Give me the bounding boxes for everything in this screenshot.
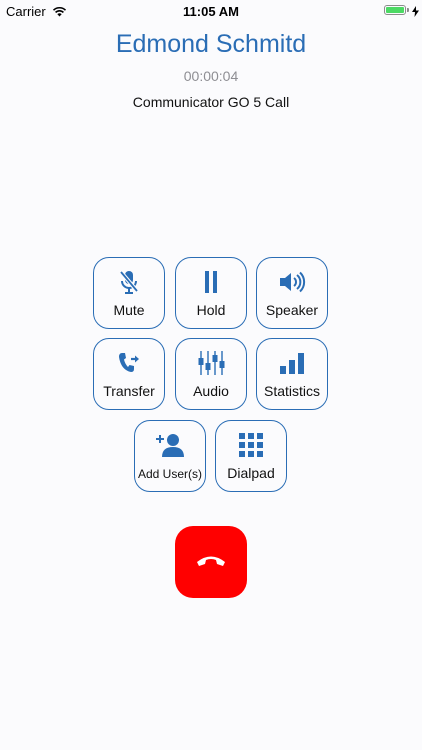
phone-forward-icon — [94, 349, 164, 377]
battery-icon — [384, 5, 406, 15]
dialpad-grid-icon — [216, 431, 286, 459]
dialpad-label: Dialpad — [227, 465, 275, 481]
call-type-label: Communicator GO 5 Call — [132, 94, 290, 110]
charging-icon — [412, 4, 419, 22]
pause-icon — [176, 268, 246, 296]
signal-bars-icon — [257, 349, 327, 377]
hold-label: Hold — [196, 302, 226, 318]
speaker-button[interactable]: Speaker — [256, 257, 328, 329]
mute-label: Mute — [113, 302, 145, 318]
audio-button[interactable]: Audio — [175, 338, 247, 410]
dialpad-button[interactable]: Dialpad — [215, 420, 287, 492]
audio-label: Audio — [193, 383, 229, 399]
add-users-label: Add User(s) — [137, 467, 202, 481]
hold-button[interactable]: Hold — [175, 257, 247, 329]
end-call-button[interactable] — [175, 526, 247, 598]
statistics-button[interactable]: Statistics — [256, 338, 328, 410]
speaker-icon — [257, 268, 327, 296]
caller-name: Edmond Schmitd — [115, 30, 307, 58]
equalizer-icon — [176, 349, 246, 377]
transfer-label: Transfer — [103, 383, 155, 399]
status-bar: Carrier 11:05 AM — [0, 0, 422, 22]
end-call-icon — [195, 553, 227, 572]
add-user-icon — [135, 431, 205, 459]
mute-button[interactable]: Mute — [93, 257, 165, 329]
transfer-button[interactable]: Transfer — [93, 338, 165, 410]
mic-off-icon — [94, 268, 164, 296]
call-duration: 00:00:04 — [183, 68, 239, 84]
speaker-label: Speaker — [265, 302, 319, 318]
status-time: 11:05 AM — [183, 4, 239, 19]
statistics-label: Statistics — [263, 383, 320, 399]
add-users-button[interactable]: Add User(s) — [134, 420, 206, 492]
